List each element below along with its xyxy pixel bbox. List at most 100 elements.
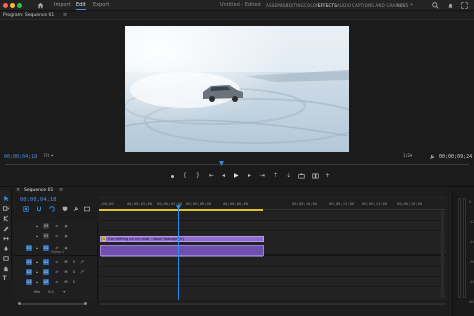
video-clip-v1[interactable]: fx Car drifting on icy road - stock foot… — [100, 236, 264, 242]
close-window-button[interactable] — [3, 3, 8, 8]
track-v1-target[interactable]: V1 — [43, 245, 49, 251]
timeline-zoom-bar[interactable] — [14, 302, 98, 306]
track-a2-target[interactable]: A2 — [43, 269, 49, 275]
track-select-tool-icon[interactable] — [2, 205, 10, 212]
track-v2-target[interactable]: V2 — [43, 233, 49, 239]
program-monitor-header: Program: Sequence 01 ≡ — [0, 12, 474, 20]
workspace-color[interactable]: COLOR — [304, 2, 319, 9]
source-patch-a3[interactable]: A3 — [26, 279, 32, 285]
workspace-overflow-icon[interactable]: » — [410, 2, 413, 8]
sync-lock-icon[interactable]: ⇄ — [54, 223, 60, 229]
mute-track-button[interactable]: M — [63, 279, 69, 285]
go-to-in-button[interactable]: ⇤ — [209, 172, 214, 179]
home-icon[interactable] — [37, 2, 44, 9]
timeline-ruler[interactable]: ;00;00 00;00;02;00 00;00;04;00 00;00;06;… — [99, 199, 446, 211]
solo-track-button[interactable]: S — [71, 269, 77, 275]
fit-dropdown-icon[interactable]: ▾ — [51, 154, 53, 159]
resolution-dropdown-icon[interactable]: ▾ — [410, 154, 412, 159]
rectangle-tool-icon[interactable] — [2, 255, 10, 262]
panel-menu-icon[interactable]: ≡ — [63, 12, 67, 18]
timeline-tab[interactable]: × Sequence 01 ≡ — [14, 187, 94, 195]
play-button[interactable]: ▶ — [234, 172, 239, 179]
source-patch-a1[interactable]: A1 — [26, 259, 32, 265]
extract-button[interactable]: ⇣ — [286, 172, 291, 179]
razor-tool-icon[interactable] — [2, 225, 10, 232]
search-icon[interactable] — [432, 2, 439, 9]
type-tool-icon[interactable]: T — [3, 275, 7, 282]
fullscreen-icon[interactable] — [461, 2, 468, 9]
program-current-timecode[interactable]: 00;00;04;18 — [4, 154, 37, 160]
lock-track-icon[interactable]: 🔒︎ — [34, 233, 40, 239]
source-patch-v1[interactable]: V1 — [26, 245, 32, 251]
mark-out-button[interactable]: } — [196, 172, 200, 179]
toggle-output-eye-icon[interactable]: ◉ — [63, 233, 69, 239]
in-out-work-area-bar[interactable] — [99, 209, 263, 211]
program-video-frame[interactable] — [125, 26, 349, 152]
wrench-icon[interactable] — [429, 154, 435, 160]
close-tab-icon[interactable]: × — [16, 187, 20, 193]
sync-lock-icon[interactable]: ⇄ — [54, 279, 60, 285]
pen-tool-icon[interactable] — [2, 245, 10, 252]
export-frame-icon[interactable] — [298, 173, 305, 179]
timeline-playhead-line[interactable] — [178, 208, 179, 300]
workspace-review[interactable]: REV — [397, 2, 406, 9]
audio-clip-a1[interactable] — [100, 245, 264, 257]
workspace-audio[interactable]: AUDIO — [337, 2, 351, 9]
voice-over-record-icon[interactable]: 🎤︎ — [79, 269, 85, 275]
timeline-vertical-scrollbar[interactable] — [441, 210, 444, 298]
track-a3-target[interactable]: A3 — [43, 279, 49, 285]
solo-track-button[interactable]: S — [71, 279, 77, 285]
add-marker-button[interactable] — [171, 175, 174, 178]
track-a1-target[interactable]: A1 — [43, 259, 49, 265]
program-monitor-title[interactable]: Program: Sequence 01 — [3, 13, 54, 18]
hand-tool-icon[interactable] — [2, 265, 10, 272]
nav-export[interactable]: Export — [93, 2, 109, 9]
workspace-editing[interactable]: EDITING — [286, 2, 304, 9]
mix-goto-icon[interactable]: ⇥ — [62, 289, 65, 294]
sequence-tab-title[interactable]: Sequence 01 — [24, 188, 53, 193]
step-forward-button[interactable]: ▸ — [248, 172, 251, 179]
source-patch-a2[interactable]: A2 — [26, 269, 32, 275]
lock-track-icon[interactable]: 🔒︎ — [34, 245, 40, 251]
lift-button[interactable]: ⇡ — [273, 172, 278, 179]
nav-import[interactable]: Import — [54, 2, 71, 9]
selection-tool-icon[interactable] — [2, 195, 10, 202]
solo-track-button[interactable]: S — [71, 259, 77, 265]
add-marker-icon[interactable] — [62, 206, 68, 212]
sync-lock-icon[interactable]: ⇄ — [54, 259, 60, 265]
sync-lock-icon[interactable]: ⇄ — [54, 269, 60, 275]
voice-over-record-icon[interactable]: 🎤︎ — [79, 259, 85, 265]
step-back-button[interactable]: ◂ — [222, 172, 225, 179]
ripple-edit-tool-icon[interactable] — [2, 215, 10, 222]
mark-in-button[interactable]: { — [183, 172, 187, 179]
lock-track-icon[interactable]: 🔒︎ — [34, 259, 40, 265]
go-to-out-button[interactable]: ⇥ — [260, 172, 265, 179]
mix-volume-value[interactable]: 0.0 — [48, 290, 54, 294]
button-editor-plus[interactable]: + — [325, 172, 330, 179]
workspace-effects[interactable]: EFFECTS — [318, 2, 337, 9]
timeline-settings-wrench-icon[interactable] — [73, 206, 79, 212]
timeline-timecode[interactable]: 00;00;04;18 — [20, 197, 56, 203]
zoom-window-button[interactable] — [17, 3, 22, 8]
slip-tool-icon[interactable] — [2, 235, 10, 242]
program-scrub-bar[interactable] — [5, 164, 469, 165]
timeline-horizontal-scrollbar[interactable] — [100, 302, 446, 306]
toggle-output-eye-icon[interactable]: ◉ — [63, 223, 69, 229]
snap-icon[interactable] — [36, 206, 42, 212]
comparison-view-icon[interactable] — [312, 173, 319, 179]
notifications-icon[interactable] — [447, 2, 454, 9]
sync-lock-icon[interactable]: ⇄ — [54, 233, 60, 239]
lock-track-icon[interactable]: 🔒︎ — [34, 279, 40, 285]
zoom-fit-select[interactable]: Fit — [44, 154, 49, 159]
mute-track-button[interactable]: M — [63, 259, 69, 265]
captions-icon[interactable] — [84, 206, 90, 212]
timeline-menu-icon[interactable]: ≡ — [59, 187, 63, 193]
mute-track-button[interactable]: M — [63, 269, 69, 275]
nav-edit[interactable]: Edit — [76, 2, 86, 10]
lock-track-icon[interactable]: 🔒︎ — [34, 223, 40, 229]
lock-track-icon[interactable]: 🔒︎ — [34, 269, 40, 275]
insert-sequence-nest-icon[interactable] — [23, 206, 29, 212]
track-v3-target[interactable]: V3 — [43, 223, 49, 229]
linked-selection-icon[interactable] — [49, 206, 55, 212]
minimize-window-button[interactable] — [10, 3, 15, 8]
